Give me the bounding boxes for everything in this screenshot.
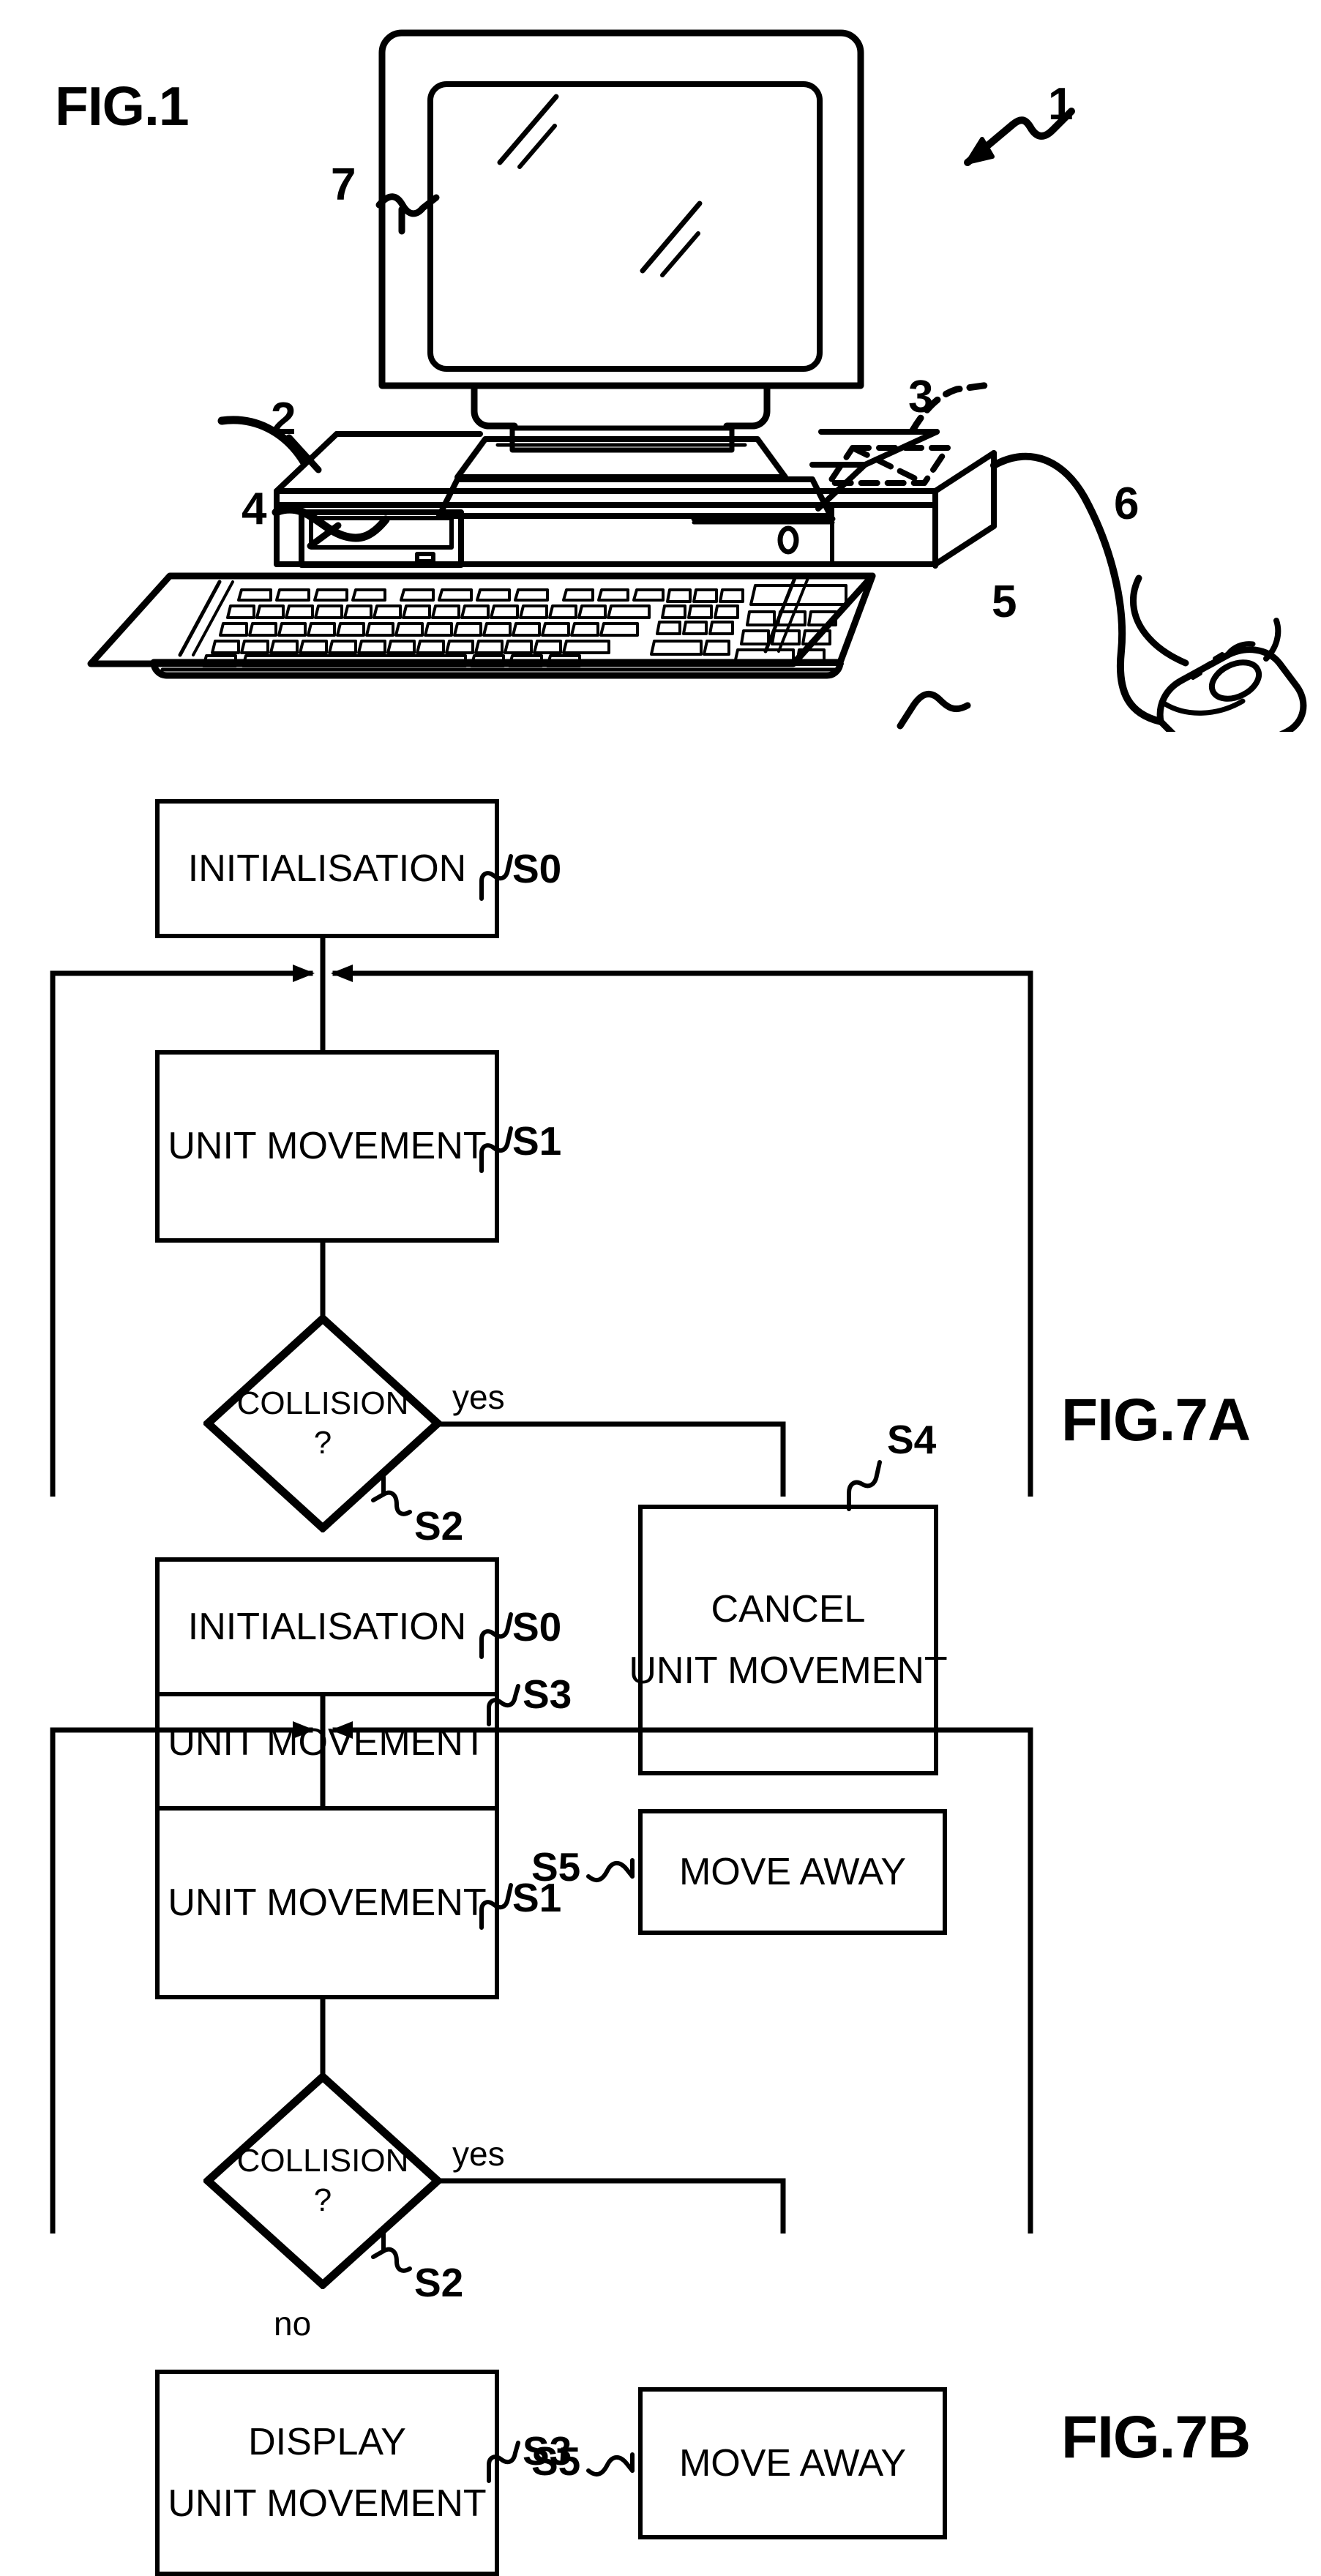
fig7b-leader-s1	[479, 1883, 513, 1930]
patent-drawing-sheet: FIG.1 1 2 3 4 5 6 7 INITIALISATION S0 UN…	[0, 0, 1321, 2576]
fig7b-move-away-label: MOVE AWAY	[678, 2441, 907, 2485]
fig7a-leader-s0	[479, 854, 513, 901]
fig7b-branch-label-no: no	[274, 2304, 312, 2343]
fig7b-unit-movement-label: UNIT MOVEMENT	[168, 1881, 487, 1924]
reference-numeral-2: 2	[271, 394, 296, 444]
fig7a-unit-movement-label: UNIT MOVEMENT	[168, 1125, 487, 1168]
fig7b-initialisation-label: INITIALISATION	[187, 1605, 467, 1648]
fig7b-leader-s5	[586, 2452, 635, 2477]
computer-system-illustration	[87, 29, 1307, 732]
fig7a-step-label-s4: S4	[887, 1417, 937, 1462]
figure-7a-group: INITIALISATION S0 UNIT MOVEMENT S1 COLLI…	[0, 732, 1321, 1935]
fig7b-box-unit-movement: UNIT MOVEMENT	[155, 1806, 499, 1999]
fig7a-leader-s1	[479, 1126, 513, 1173]
fig7a-initialisation-label: INITIALISATION	[187, 847, 467, 890]
reference-numeral-6: 6	[1114, 479, 1139, 529]
fig7b-branch-label-yes: yes	[452, 2135, 505, 2173]
figure-1-group: FIG.1 1 2 3 4 5 6 7	[0, 0, 1321, 732]
fig7b-box-display-unit-movement: DISPLAY UNIT MOVEMENT	[155, 2370, 499, 2576]
reference-numeral-5: 5	[992, 577, 1017, 627]
reference-numeral-1: 1	[1048, 79, 1074, 130]
fig7b-box-initialisation: INITIALISATION	[155, 1557, 499, 1696]
reference-numeral-7: 7	[331, 160, 356, 210]
fig7a-box-unit-movement: UNIT MOVEMENT	[155, 1050, 499, 1243]
reference-numeral-3: 3	[908, 372, 934, 422]
fig7b-leader-s0	[479, 1612, 513, 1659]
fig7b-step-label-s5: S5	[531, 2438, 581, 2484]
fig7a-box-initialisation: INITIALISATION	[155, 799, 499, 938]
fig7b-leader-s3	[487, 2441, 520, 2483]
fig7b-leader-s2	[371, 2231, 412, 2273]
figure-7b-group: INITIALISATION S0 UNIT MOVEMENT S1 COLLI…	[0, 1493, 1321, 2576]
figure-7b-caption: FIG.7B	[1061, 2404, 1251, 2471]
figure-7a-caption: FIG.7A	[1061, 1387, 1251, 1453]
fig7b-box-move-away: MOVE AWAY	[638, 2387, 947, 2539]
fig7b-display-line1: DISPLAY	[248, 2420, 406, 2463]
fig7a-branch-label-yes: yes	[452, 1378, 505, 1416]
reference-numeral-4: 4	[242, 484, 267, 534]
fig7b-display-line2: UNIT MOVEMENT	[168, 2482, 487, 2525]
